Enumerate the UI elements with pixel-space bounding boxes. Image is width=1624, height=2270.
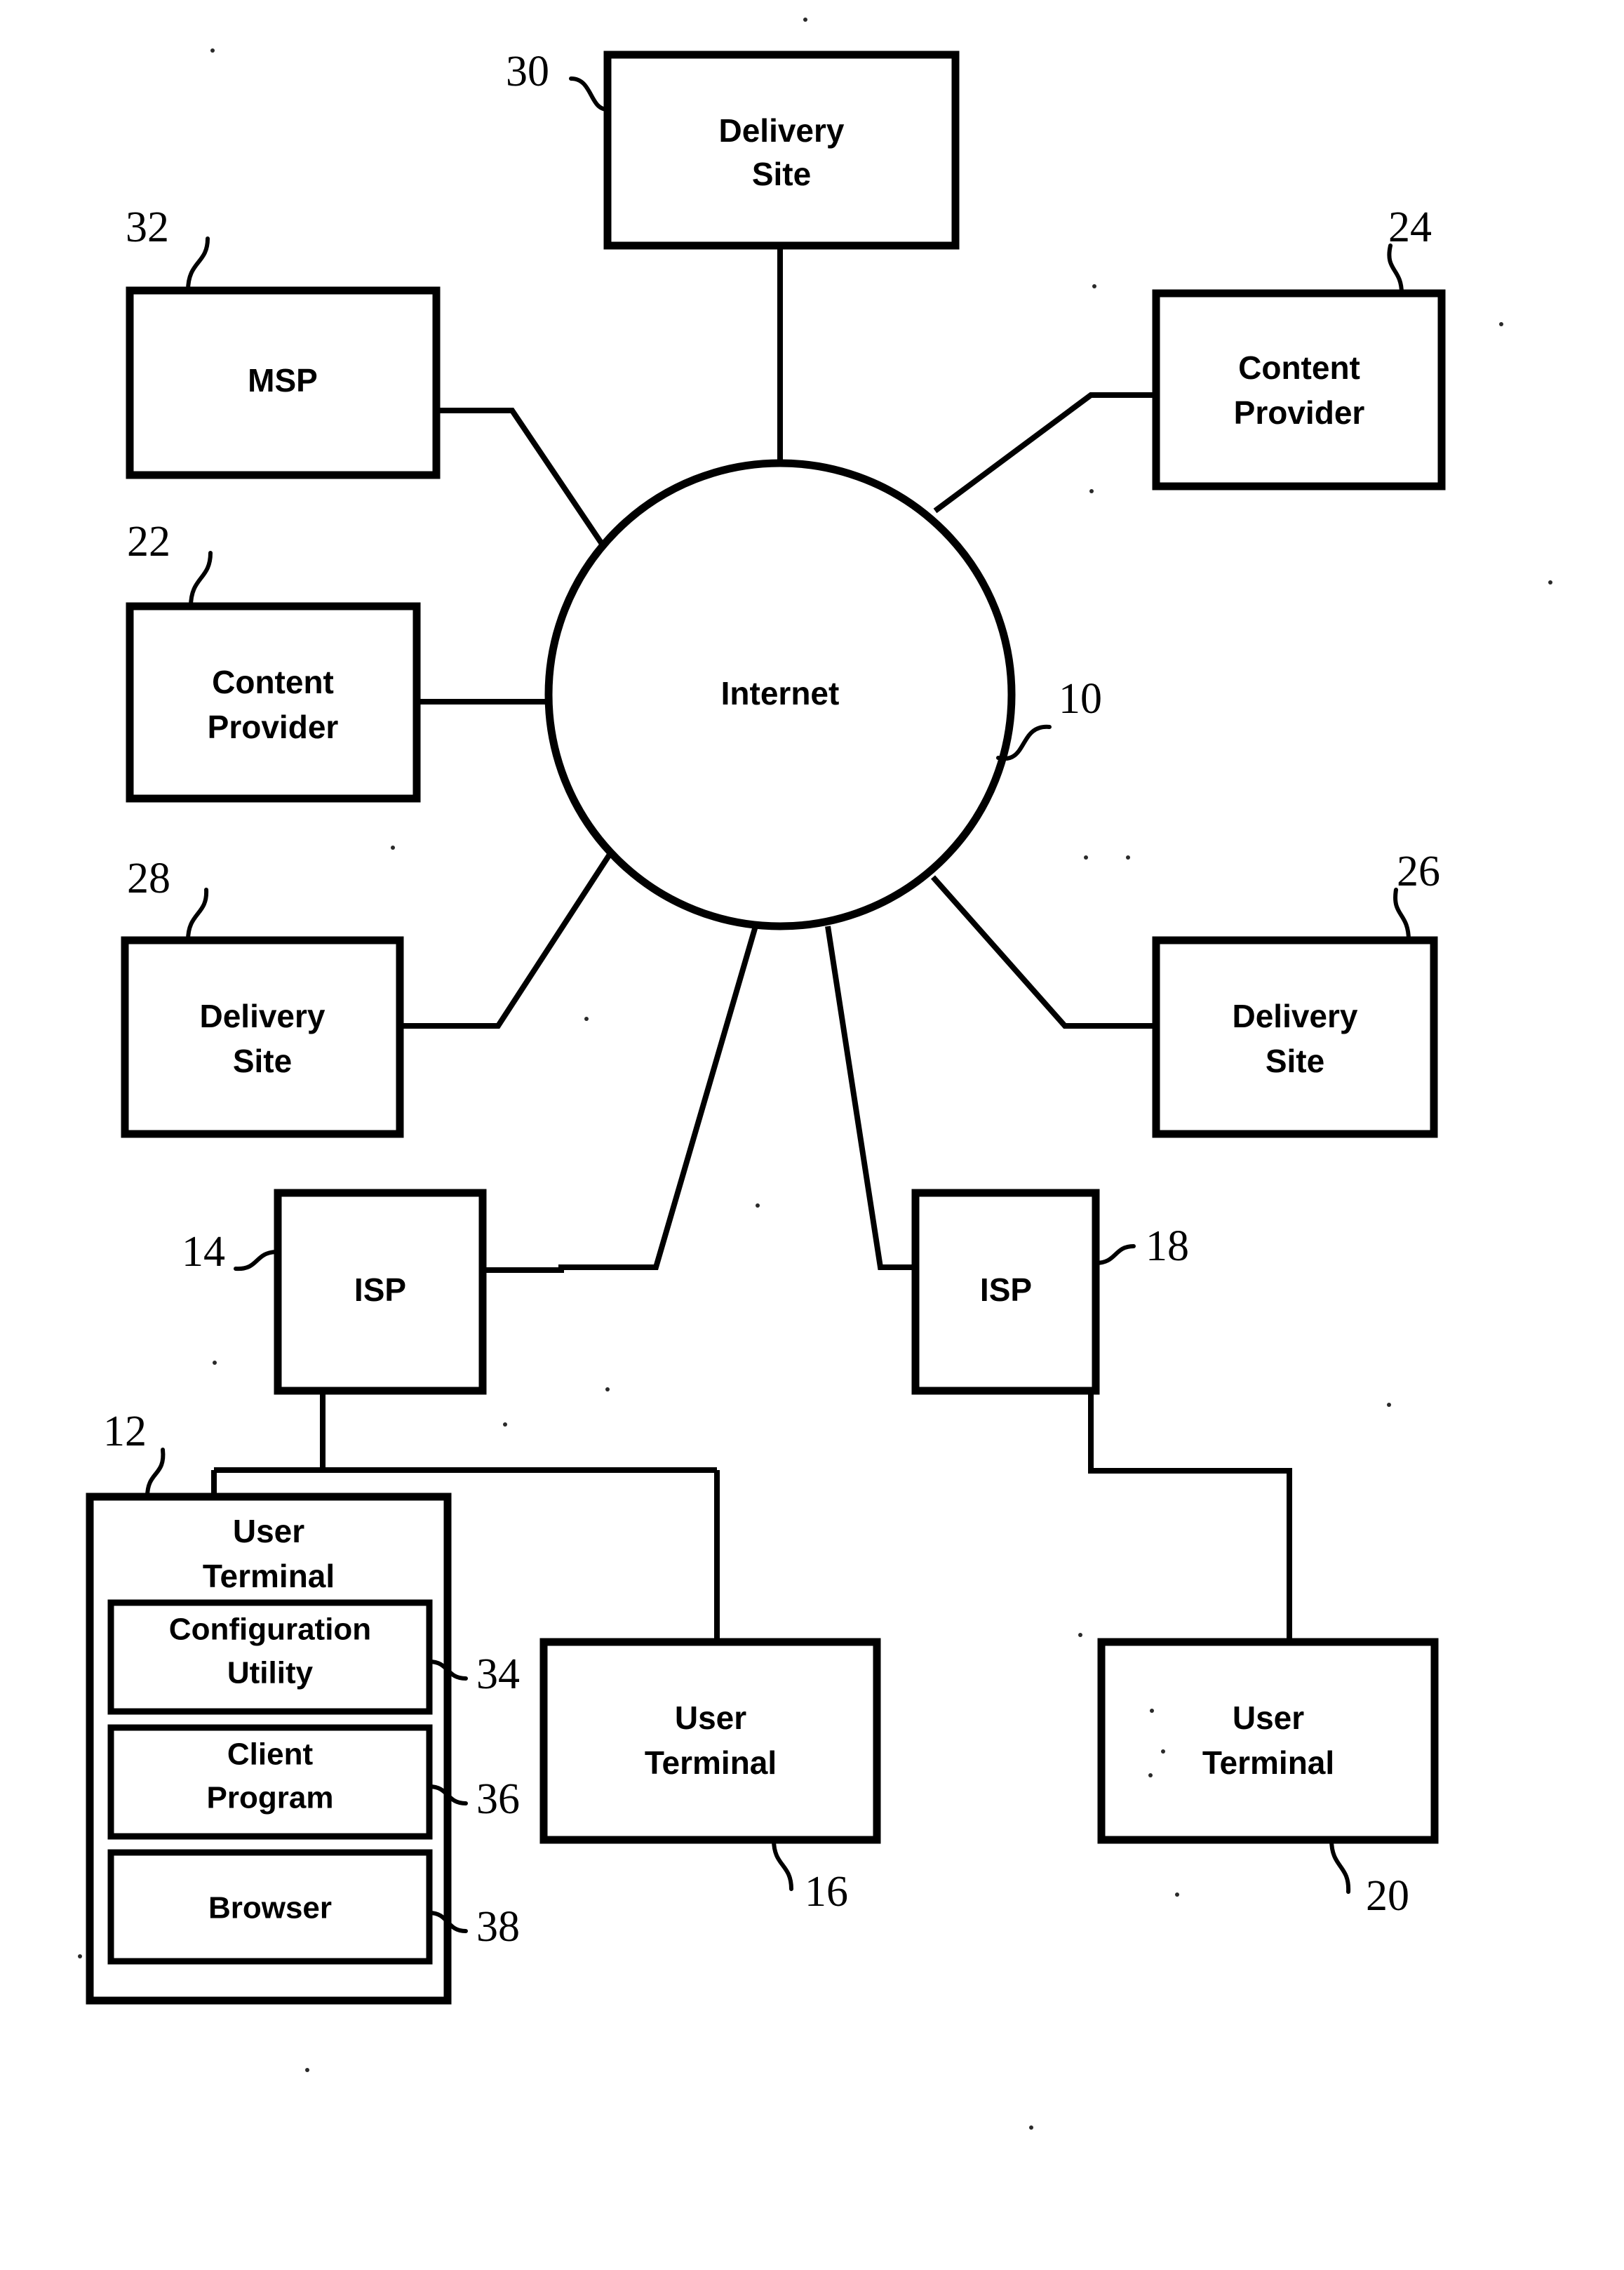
node-content-provider-right-label-1: Content [1238,349,1360,386]
scan-speck [1499,322,1503,326]
link-internet-to-isp-right [825,926,915,1270]
node-client-program-label-2: Program [207,1781,334,1815]
leader-user-terminal-right [1329,1838,1351,1894]
scan-speck [756,1203,760,1208]
patent-figure: Delivery Site 30 MSP 32 Content Provider… [0,0,1624,2270]
ref-number-26: 26 [1397,848,1440,895]
node-delivery-site-top-label-1: Delivery [718,112,844,149]
scan-speck [391,846,395,850]
node-content-provider-left-label-2: Provider [208,709,339,745]
node-user-terminal-right-label-2: Terminal [1202,1744,1334,1781]
scan-speck [1092,284,1096,288]
ref-number-12: 12 [103,1408,147,1455]
node-msp-label-1: MSP [248,362,318,399]
leader-msp [186,236,210,293]
node-delivery-site-top-label-2: Site [752,156,811,192]
ref-number-38: 38 [476,1903,520,1951]
node-browser-label-1: Browser [208,1891,332,1925]
scan-speck [1029,2125,1033,2130]
ref-number-34: 34 [476,1650,520,1698]
node-delivery-site-right[interactable] [1152,936,1438,1138]
node-client-program-label-1: Client [227,1737,314,1772]
scan-speck [213,1361,217,1365]
ref-number-16: 16 [805,1868,848,1916]
ref-number-10: 10 [1059,675,1102,723]
ref-number-24: 24 [1388,203,1432,251]
leader-isp-right [1094,1244,1136,1265]
leader-content-provider-left [189,551,213,608]
scan-speck [1126,855,1130,860]
node-content-provider-left[interactable] [126,602,421,803]
link-isp-right-to-user-terminal-right [1088,1391,1292,1642]
node-isp-right-label: ISP [980,1271,1032,1308]
ref-number-30: 30 [506,48,549,95]
node-content-provider-left-label-1: Content [212,664,334,700]
scan-speck [1148,1773,1153,1777]
node-delivery-site-top[interactable] [603,51,960,250]
node-delivery-site-left-label-2: Site [233,1043,292,1079]
node-content-provider-right-label-2: Provider [1234,394,1365,431]
leader-delivery-site-top [569,76,610,112]
network-diagram-svg: Delivery Site 30 MSP 32 Content Provider… [78,18,1552,2130]
node-delivery-site-left[interactable] [121,936,404,1138]
node-user-terminal-mid-label-1: User [675,1700,746,1736]
leader-delivery-site-left [186,888,209,942]
node-content-provider-right[interactable] [1152,289,1446,490]
scan-speck [503,1422,507,1427]
link-delivery-site-right-to-internet [931,875,1156,1029]
scan-speck [1548,580,1552,585]
ref-number-14: 14 [182,1228,225,1276]
scan-speck [1078,1633,1082,1637]
node-user-terminal-mid-label-2: Terminal [645,1744,777,1781]
node-configuration-utility-label-1: Configuration [169,1613,371,1647]
node-delivery-site-left-label-1: Delivery [199,998,325,1034]
scan-speck [1161,1749,1165,1754]
ref-number-28: 28 [127,855,170,902]
node-user-terminal-main-label-1: User [233,1513,304,1549]
node-delivery-site-right-label-1: Delivery [1232,998,1357,1034]
node-isp-left-label: ISP [354,1271,406,1308]
scan-speck [78,1954,82,1958]
scan-speck [1387,1403,1391,1407]
scan-speck [1150,1709,1154,1713]
link-delivery-site-left-to-internet [400,819,634,1029]
leader-user-terminal-mid [772,1838,793,1891]
scan-speck [1089,489,1094,493]
scan-speck [210,48,215,53]
leader-isp-left [234,1250,280,1271]
node-user-terminal-right-label-1: User [1233,1700,1304,1736]
ref-number-18: 18 [1146,1222,1189,1270]
leader-delivery-site-right [1393,888,1411,942]
node-delivery-site-right-label-2: Site [1266,1043,1324,1079]
scan-speck [305,2068,309,2072]
scan-speck [584,1017,589,1021]
ref-number-32: 32 [126,203,169,251]
ref-number-36: 36 [476,1775,520,1823]
scan-speck [1084,855,1088,860]
node-internet-label: Internet [721,675,840,712]
node-user-terminal-right[interactable] [1097,1638,1439,1844]
scan-speck [1175,1892,1179,1897]
node-user-terminal-main-label-2: Terminal [203,1558,335,1594]
node-configuration-utility-label-2: Utility [227,1656,314,1690]
ref-number-22: 22 [127,518,170,566]
scan-speck [803,18,807,22]
leader-content-provider-right [1387,243,1404,295]
scan-speck [605,1387,610,1391]
leader-user-terminal-main [145,1448,166,1499]
ref-number-20: 20 [1366,1872,1409,1920]
link-content-provider-right-to-internet [933,392,1156,514]
link-internet-to-isp-left [484,925,758,1273]
node-user-terminal-mid[interactable] [539,1638,881,1844]
